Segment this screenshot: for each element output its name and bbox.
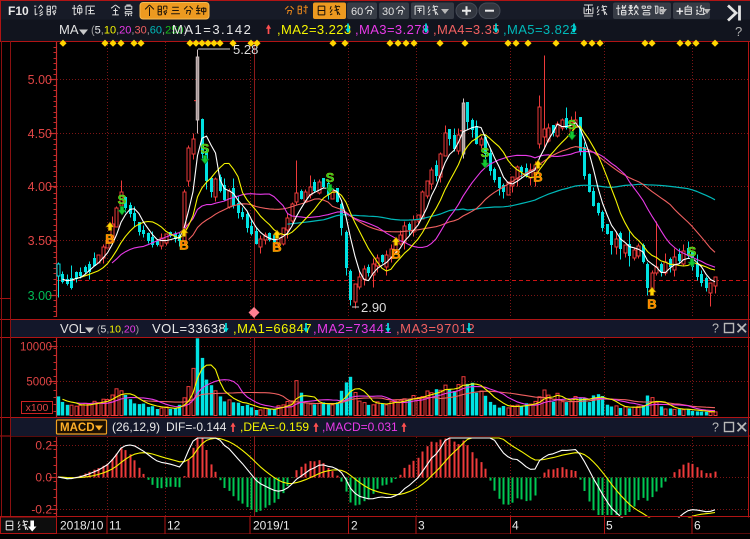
svg-text:S: S <box>568 117 577 132</box>
svg-text:?: ? <box>712 421 719 435</box>
svg-text:MACD: MACD <box>60 422 95 434</box>
svg-text:S: S <box>201 141 210 156</box>
svg-text:S: S <box>481 145 490 160</box>
svg-text:2: 2 <box>351 519 358 533</box>
svg-text:0.2: 0.2 <box>35 439 52 453</box>
svg-text:3: 3 <box>418 519 425 533</box>
svg-text:2018/10: 2018/10 <box>60 519 104 533</box>
svg-text:x100: x100 <box>26 402 49 414</box>
svg-text:5000: 5000 <box>26 377 52 389</box>
svg-text:MA: MA <box>59 22 79 37</box>
svg-text:6: 6 <box>694 519 701 533</box>
svg-text:B: B <box>391 247 400 262</box>
svg-text:3.50: 3.50 <box>28 234 52 248</box>
svg-text:VOL: VOL <box>60 321 86 336</box>
svg-text:12: 12 <box>167 519 181 533</box>
svg-text:10000: 10000 <box>20 342 52 354</box>
svg-text:S: S <box>326 170 335 185</box>
svg-text:2019/1: 2019/1 <box>253 519 290 533</box>
svg-text:0.0: 0.0 <box>35 471 52 485</box>
svg-text:-0.2: -0.2 <box>31 503 52 517</box>
svg-text:F10: F10 <box>8 4 29 18</box>
svg-text:5.00: 5.00 <box>28 73 52 87</box>
svg-text:60: 60 <box>351 6 363 18</box>
svg-text:(26,12,9)DIF=-0.144,DEA=-0.159: (26,12,9)DIF=-0.144,DEA=-0.159,MACD=0.03… <box>112 420 398 434</box>
svg-text:5: 5 <box>606 519 613 533</box>
svg-text:B: B <box>105 232 114 247</box>
svg-text:4.00: 4.00 <box>28 180 52 194</box>
svg-text:3.00: 3.00 <box>28 289 52 303</box>
svg-text:S: S <box>688 244 697 259</box>
svg-text:4.50: 4.50 <box>28 127 52 141</box>
svg-text:B: B <box>647 297 656 312</box>
svg-text:MA1=3.142: MA1=3.142 <box>172 22 252 37</box>
svg-text:?: ? <box>735 24 742 39</box>
svg-text:11: 11 <box>109 519 122 533</box>
svg-text:+: + <box>676 4 684 19</box>
svg-text:?: ? <box>712 322 719 336</box>
svg-text:B: B <box>272 240 281 255</box>
svg-text:S: S <box>118 192 127 207</box>
svg-text:B: B <box>179 238 188 253</box>
svg-text:30: 30 <box>382 6 394 18</box>
svg-text:4: 4 <box>512 519 519 533</box>
svg-text:2.90: 2.90 <box>361 300 386 315</box>
svg-text:B: B <box>533 170 542 185</box>
svg-text:(5,10,20): (5,10,20) <box>97 324 139 336</box>
svg-text:VOL=33638,MA1=66847,MA2=73441,: VOL=33638,MA1=66847,MA2=73441,MA3=97012 <box>152 321 475 336</box>
